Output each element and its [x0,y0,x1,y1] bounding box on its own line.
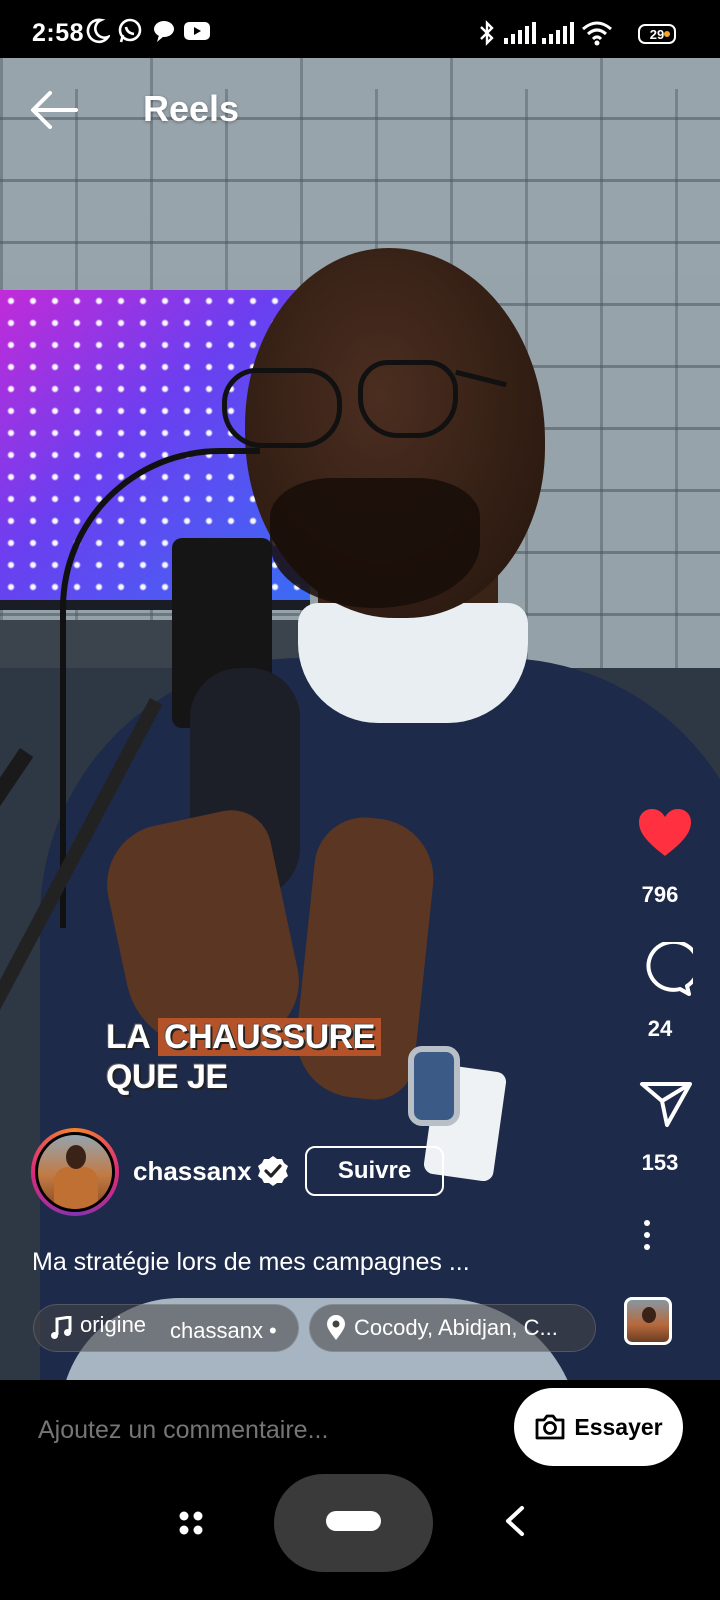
author-username[interactable]: chassanx [133,1156,252,1187]
audio-origin: origine [80,1312,147,1337]
person-beard [270,478,480,608]
arrow-left-icon[interactable] [28,88,80,132]
comment-count: 24 [647,1016,673,1041]
signal-icon [504,22,536,44]
comment-input[interactable] [38,1416,478,1445]
recent-apps-icon[interactable] [178,1510,204,1536]
moon-icon [86,18,110,44]
caption-text-line2: QUE JE [106,1058,228,1096]
share-count: 153 [641,1150,679,1175]
status-bar: 2:58 29 [0,0,720,58]
music-note-icon [51,1316,72,1339]
comment-icon [646,939,701,996]
chat-bubble-icon [154,21,174,42]
audio-pill[interactable]: origine chassanx • [33,1304,299,1352]
like-button[interactable] [610,808,710,863]
battery-icon: 29 [638,24,676,44]
home-button[interactable] [274,1474,433,1572]
bluetooth-icon [480,20,494,46]
heart-icon [639,809,691,856]
comment-bar: Essayer [0,1380,720,1480]
audio-thumbnail[interactable] [624,1297,672,1345]
caption-text: LA [106,1018,159,1056]
glasses-right-lens [358,360,458,438]
follow-button[interactable]: Suivre [305,1146,444,1196]
camera-icon [535,1414,565,1440]
charging-dot [664,31,670,37]
youtube-icon [184,22,210,40]
reel-video[interactable] [0,58,720,1408]
audio-author: chassanx • [170,1318,277,1343]
try-camera-button[interactable]: Essayer [514,1388,683,1466]
post-description[interactable]: Ma stratégie lors de mes campagnes ... [32,1248,470,1277]
location-pill[interactable]: Cocody, Abidjan, C... [309,1304,596,1352]
wifi-icon [582,21,612,46]
try-button-label: Essayer [574,1413,663,1440]
location-pin-icon [327,1315,345,1340]
top-bar: Reels [0,58,720,168]
video-caption-overlay: LA CHAUSSURE QUE JE [106,1017,381,1097]
location-label: Cocody, Abidjan, C... [354,1315,558,1340]
whatsapp-icon [118,18,142,43]
person-collar [298,603,528,723]
system-nav-bar [0,1474,720,1600]
wrist-watch [408,1046,460,1126]
page-title: Reels [143,88,240,129]
comment-button[interactable] [610,939,710,1001]
signal-icon [542,22,574,44]
status-time: 2:58 [32,19,85,47]
share-button[interactable] [610,1080,710,1133]
caption-highlight: CHAUSSURE [158,1018,381,1056]
like-count: 796 [641,882,679,907]
battery-level: 29 [649,26,665,42]
author-avatar[interactable] [31,1128,119,1216]
verified-badge-icon [258,1156,288,1186]
nav-back-icon[interactable] [502,1505,528,1537]
glasses-left-lens [222,368,342,448]
send-icon [640,1082,692,1127]
home-pill-icon [326,1511,381,1531]
avatar [35,1132,115,1212]
more-options-icon[interactable] [643,1220,651,1254]
